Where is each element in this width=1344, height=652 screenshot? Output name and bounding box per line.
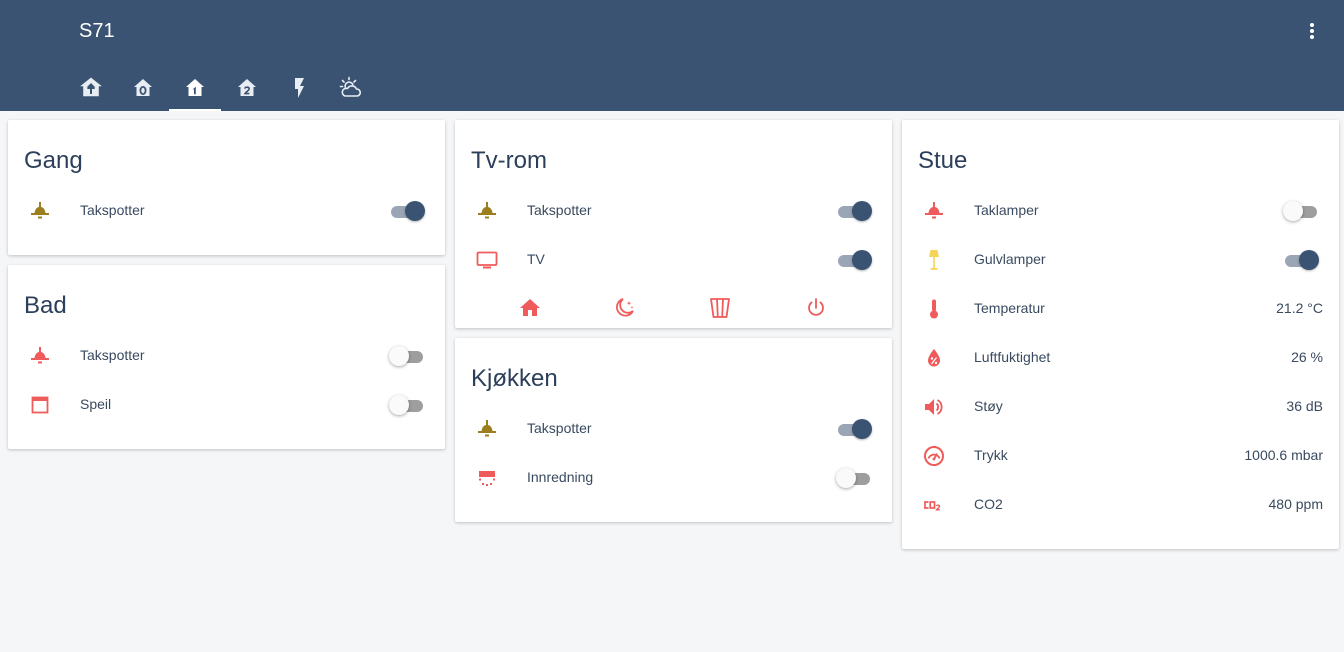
movie-scene-button[interactable]	[708, 296, 732, 320]
entity-label: Støy	[974, 398, 1003, 414]
ceiling-light-icon[interactable]	[475, 417, 499, 441]
entity-label: Gulvlamper	[974, 251, 1046, 267]
switch-knob	[405, 201, 425, 221]
entity-row: Speil	[8, 385, 445, 425]
home-floor-1-icon	[186, 79, 204, 96]
volume-high-icon[interactable]	[922, 395, 946, 419]
weather-partly-cloudy-icon	[339, 76, 362, 97]
tab-floor-0[interactable]	[117, 64, 169, 111]
entity-label: Luftfuktighet	[974, 349, 1051, 365]
ceiling-light-icon[interactable]	[475, 199, 499, 223]
entity-row: CO2 480 ppm	[902, 485, 1339, 525]
toggle-switch[interactable]	[836, 468, 872, 488]
dot	[1310, 29, 1314, 33]
toggle-switch[interactable]	[836, 250, 872, 270]
tab-floor-2[interactable]	[221, 64, 273, 111]
card-title: Bad	[24, 292, 67, 319]
entity-value: 26 %	[1291, 349, 1323, 365]
television-icon[interactable]	[475, 248, 499, 272]
ceiling-light-icon[interactable]	[28, 344, 52, 368]
entity-value: 36 dB	[1286, 398, 1323, 414]
toggle-switch[interactable]	[836, 201, 872, 221]
card-title: Kjøkken	[471, 365, 558, 392]
switch-knob	[389, 395, 409, 415]
more-menu-button[interactable]	[1300, 19, 1324, 43]
entity-label: Taklamper	[974, 202, 1039, 218]
molecule-co2-icon[interactable]	[922, 493, 946, 517]
window-maximize-icon[interactable]	[28, 393, 52, 417]
switch-knob	[852, 419, 872, 439]
tab-floor-1[interactable]	[169, 64, 221, 111]
toggle-switch[interactable]	[836, 419, 872, 439]
entity-row: Innredning	[455, 458, 892, 498]
card-title: Tv-rom	[471, 147, 547, 174]
entity-row: Takspotter	[455, 409, 892, 449]
entity-row: Takspotter	[455, 191, 892, 231]
entity-label: Trykk	[974, 447, 1008, 463]
entity-row: Luftfuktighet 26 %	[902, 338, 1339, 378]
dot	[1310, 23, 1314, 27]
card-gang: Gang Takspotter	[8, 120, 445, 255]
home-scene-button[interactable]	[518, 296, 542, 320]
entity-row: Støy 36 dB	[902, 387, 1339, 427]
app-header: S71	[0, 0, 1344, 111]
tab-weather[interactable]	[325, 64, 377, 111]
entity-value: 1000.6 mbar	[1244, 447, 1323, 463]
entity-row: Takspotter	[8, 191, 445, 231]
water-percent-icon[interactable]	[922, 346, 946, 370]
toggle-switch[interactable]	[389, 346, 425, 366]
card-title: Stue	[918, 147, 968, 174]
entity-value: 480 ppm	[1268, 496, 1323, 512]
toggle-switch[interactable]	[389, 201, 425, 221]
entity-label: Takspotter	[80, 347, 145, 363]
entity-row: Takspotter	[8, 336, 445, 376]
home-floor-2-icon	[238, 79, 256, 96]
entity-label: Takspotter	[80, 202, 145, 218]
flash-icon	[295, 78, 304, 98]
entity-value: 21.2 °C	[1276, 300, 1323, 316]
entity-row: Gulvlamper	[902, 240, 1339, 280]
entity-label: Takspotter	[527, 202, 592, 218]
led-strip-icon[interactable]	[475, 466, 499, 490]
card-tv-rom: Tv-rom Takspotter TV	[455, 120, 892, 328]
toggle-switch[interactable]	[389, 395, 425, 415]
gauge-icon[interactable]	[922, 444, 946, 468]
toggle-switch[interactable]	[1283, 201, 1319, 221]
card-kjokken: Kjøkken Takspotter Innredning	[455, 338, 892, 522]
card-stue: Stue Taklamper Gulvlamper Temperatur 21.…	[902, 120, 1339, 549]
thermometer-icon[interactable]	[922, 297, 946, 321]
card-title: Gang	[24, 147, 83, 174]
entity-label: Innredning	[527, 469, 594, 485]
switch-knob	[1299, 250, 1319, 270]
home-group-icon	[80, 77, 102, 97]
floor-lamp-icon[interactable]	[922, 248, 946, 272]
home-floor-0-icon	[134, 79, 152, 96]
entity-row: Trykk 1000.6 mbar	[902, 436, 1339, 476]
night-scene-button[interactable]	[613, 296, 637, 320]
entity-label: Takspotter	[527, 420, 592, 436]
switch-knob	[389, 346, 409, 366]
switch-knob	[836, 468, 856, 488]
entity-label: Speil	[80, 396, 112, 412]
view-tabs	[65, 64, 377, 111]
switch-knob	[852, 250, 872, 270]
dot	[1310, 35, 1314, 39]
power-off-button[interactable]	[804, 296, 828, 320]
entity-row: Taklamper	[902, 191, 1339, 231]
card-bad: Bad Takspotter Speil	[8, 265, 445, 449]
ceiling-light-icon[interactable]	[28, 199, 52, 223]
entity-row: Temperatur 21.2 °C	[902, 289, 1339, 329]
toggle-switch[interactable]	[1283, 250, 1319, 270]
entity-label: CO2	[974, 496, 1003, 512]
tab-energy[interactable]	[273, 64, 325, 111]
entity-label: Temperatur	[974, 300, 1045, 316]
tab-overview[interactable]	[65, 64, 117, 111]
entity-row: TV	[455, 240, 892, 280]
app-title: S71	[79, 20, 115, 42]
switch-knob	[852, 201, 872, 221]
entity-label: TV	[527, 251, 545, 267]
ceiling-light-icon[interactable]	[922, 199, 946, 223]
scene-actions	[455, 288, 892, 328]
switch-knob	[1283, 201, 1303, 221]
